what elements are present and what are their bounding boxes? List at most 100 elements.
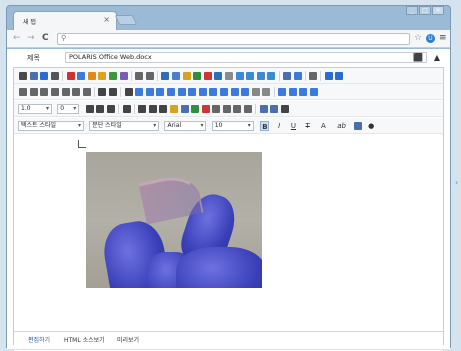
extension-icon[interactable]: U (426, 34, 435, 43)
row1-tool-icon-6[interactable] (77, 72, 86, 80)
row2-tool-icon-8[interactable] (98, 88, 107, 96)
row2-tool-icon-13[interactable] (145, 88, 154, 96)
document-title-input[interactable]: POLARIS Office Web.docx (65, 52, 427, 63)
row2-tool-icon-15[interactable] (167, 88, 176, 96)
row1-tool-icon-1[interactable] (29, 72, 38, 80)
close-window-button[interactable]: × (432, 6, 444, 15)
row3-tool-icon-6[interactable] (138, 105, 147, 113)
row2-tool-icon-2[interactable] (40, 88, 49, 96)
font-name-select[interactable]: Arial (164, 121, 207, 131)
row3-tool-icon-1[interactable] (96, 105, 105, 113)
row3-tool-icon-19[interactable] (270, 105, 279, 113)
row2-tool-icon-20[interactable] (219, 88, 228, 96)
row1-tool-icon-27[interactable] (282, 72, 291, 80)
row2-tool-icon-16[interactable] (177, 88, 186, 96)
row3-tool-icon-11[interactable] (191, 105, 200, 113)
tab-close-icon[interactable]: × (103, 15, 110, 24)
row1-tool-icon-15[interactable] (161, 72, 170, 80)
address-bar[interactable]: ⚲ (57, 33, 410, 45)
docbar-icons[interactable]: ⬛ ▲ (413, 53, 444, 62)
bookmark-star-icon[interactable]: ☆ (414, 33, 422, 43)
row2-tool-icon-4[interactable] (61, 88, 70, 96)
row1-tool-icon-7[interactable] (87, 72, 96, 80)
row2-tool-icon-3[interactable] (51, 88, 60, 96)
row1-tool-icon-8[interactable] (98, 72, 107, 80)
mode-preview-tab[interactable]: 미리보기 (117, 335, 139, 344)
row2-tool-icon-9[interactable] (109, 88, 118, 96)
font-size-select[interactable]: 10 (211, 121, 254, 131)
row1-tool-icon-33[interactable] (335, 72, 344, 80)
row2-tool-icon-0[interactable] (19, 88, 28, 96)
highlight-button[interactable]: ab (335, 121, 349, 131)
reload-icon[interactable]: C (42, 33, 49, 43)
mode-html-tab[interactable]: HTML 소스보기 (64, 335, 105, 344)
italic-button[interactable]: I (275, 121, 284, 131)
row3-tool-icon-20[interactable] (280, 105, 289, 113)
row1-tool-icon-28[interactable] (293, 72, 302, 80)
row3-tool-icon-18[interactable] (259, 105, 268, 113)
row2-tool-icon-22[interactable] (241, 88, 250, 96)
row1-tool-icon-17[interactable] (182, 72, 191, 80)
row1-tool-icon-30[interactable] (309, 72, 318, 80)
line-spacing-select[interactable]: 1.0 (18, 104, 52, 114)
row1-tool-icon-25[interactable] (267, 72, 276, 80)
row2-tool-icon-29[interactable] (309, 88, 318, 96)
row1-tool-icon-12[interactable] (135, 72, 144, 80)
row2-tool-icon-23[interactable] (251, 88, 260, 96)
row2-tool-icon-27[interactable] (288, 88, 297, 96)
row1-tool-icon-10[interactable] (119, 72, 128, 80)
mode-edit-tab[interactable]: 편집하기 (28, 335, 50, 344)
row2-tool-icon-24[interactable] (262, 88, 271, 96)
row2-tool-icon-1[interactable] (29, 88, 38, 96)
row1-tool-icon-16[interactable] (172, 72, 181, 80)
row1-tool-icon-3[interactable] (51, 72, 60, 80)
embedded-photo[interactable] (86, 152, 262, 288)
row1-tool-icon-13[interactable] (145, 72, 154, 80)
row3-tool-icon-13[interactable] (212, 105, 221, 113)
row3-tool-icon-4[interactable] (122, 105, 131, 113)
font-color-button[interactable]: A (317, 121, 329, 131)
row2-tool-icon-5[interactable] (72, 88, 81, 96)
editor-canvas[interactable] (14, 134, 443, 329)
back-arrow-icon[interactable]: ← (13, 33, 21, 43)
row2-tool-icon-14[interactable] (156, 88, 165, 96)
row2-tool-icon-17[interactable] (188, 88, 197, 96)
new-tab-button[interactable] (114, 15, 138, 25)
browser-menu-icon[interactable]: ≡ (439, 33, 447, 43)
row1-tool-icon-24[interactable] (256, 72, 265, 80)
row2-tool-icon-6[interactable] (82, 88, 91, 96)
row1-tool-icon-18[interactable] (193, 72, 202, 80)
row1-tool-icon-5[interactable] (66, 72, 75, 80)
maximize-button[interactable]: □ (419, 6, 431, 15)
browser-tab[interactable]: 새 탭 × (13, 11, 117, 30)
row1-tool-icon-32[interactable] (324, 72, 333, 80)
row1-tool-icon-20[interactable] (214, 72, 223, 80)
minimize-button[interactable]: _ (406, 6, 418, 15)
strikethrough-button[interactable]: T (303, 121, 312, 131)
row3-tool-icon-8[interactable] (159, 105, 168, 113)
row1-tool-icon-9[interactable] (109, 72, 118, 80)
row2-tool-icon-26[interactable] (277, 88, 286, 96)
row1-tool-icon-21[interactable] (224, 72, 233, 80)
row1-tool-icon-19[interactable] (203, 72, 212, 80)
row3-tool-icon-16[interactable] (244, 105, 253, 113)
text-style-select[interactable]: 텍스트 스타일 (18, 121, 84, 131)
row3-tool-icon-0[interactable] (85, 105, 94, 113)
info-icon[interactable]: ● (367, 121, 376, 131)
row1-tool-icon-2[interactable] (40, 72, 49, 80)
row3-tool-icon-2[interactable] (106, 105, 115, 113)
row3-tool-icon-14[interactable] (222, 105, 231, 113)
row3-tool-icon-12[interactable] (201, 105, 210, 113)
row2-tool-icon-19[interactable] (209, 88, 218, 96)
row3-tool-icon-10[interactable] (180, 105, 189, 113)
forward-arrow-icon[interactable]: → (27, 33, 35, 43)
eraser-icon[interactable] (353, 122, 362, 130)
bold-button[interactable]: B (260, 121, 270, 131)
row2-tool-icon-21[interactable] (230, 88, 239, 96)
row2-tool-icon-11[interactable] (124, 88, 133, 96)
underline-button[interactable]: U (289, 121, 298, 131)
row1-tool-icon-22[interactable] (235, 72, 244, 80)
paragraph-spacing-select[interactable]: 0 (57, 104, 80, 114)
row1-tool-icon-23[interactable] (246, 72, 255, 80)
row1-tool-icon-0[interactable] (19, 72, 28, 80)
